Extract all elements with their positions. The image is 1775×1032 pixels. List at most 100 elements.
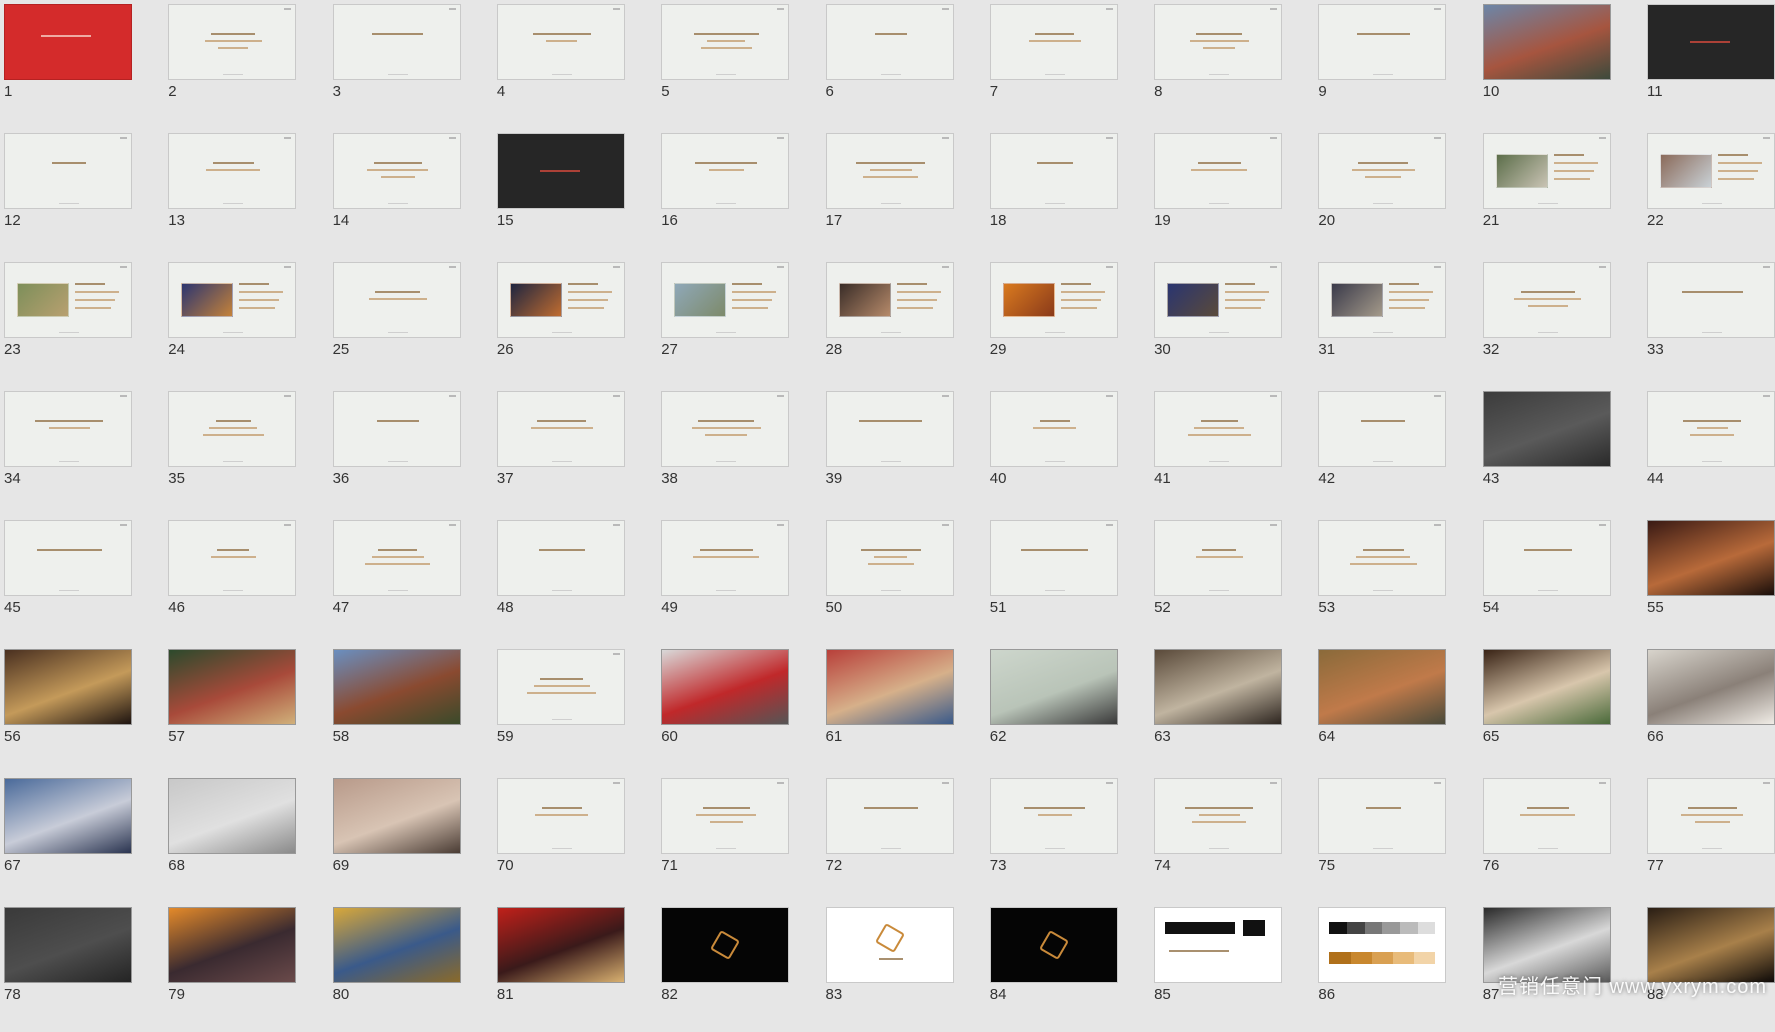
slide-thumbnail-4[interactable]: 4 bbox=[493, 0, 657, 129]
slide-preview[interactable] bbox=[825, 907, 954, 983]
slide-thumbnail-16[interactable]: 16 bbox=[657, 129, 821, 258]
slide-thumbnail-13[interactable]: 13 bbox=[164, 129, 328, 258]
slide-thumbnail-45[interactable]: 45 bbox=[0, 516, 164, 645]
slide-thumbnail-37[interactable]: 37 bbox=[493, 387, 657, 516]
slide-preview[interactable] bbox=[1318, 520, 1447, 596]
slide-thumbnail-5[interactable]: 5 bbox=[657, 0, 821, 129]
slide-preview[interactable] bbox=[825, 262, 954, 338]
slide-thumbnail-6[interactable]: 6 bbox=[822, 0, 986, 129]
slide-preview[interactable] bbox=[1318, 907, 1447, 983]
slide-preview[interactable] bbox=[1482, 778, 1611, 854]
slide-preview[interactable] bbox=[1318, 133, 1447, 209]
slide-thumbnail-38[interactable]: 38 bbox=[657, 387, 821, 516]
slide-thumbnail-23[interactable]: 23 bbox=[0, 258, 164, 387]
slide-thumbnail-33[interactable]: 33 bbox=[1643, 258, 1775, 387]
slide-thumbnail-34[interactable]: 34 bbox=[0, 387, 164, 516]
slide-thumbnail-49[interactable]: 49 bbox=[657, 516, 821, 645]
slide-thumbnail-79[interactable]: 79 bbox=[164, 903, 328, 1032]
slide-preview[interactable] bbox=[1318, 391, 1447, 467]
slide-preview[interactable] bbox=[332, 391, 461, 467]
slide-preview[interactable] bbox=[1154, 391, 1283, 467]
slide-preview[interactable] bbox=[661, 4, 790, 80]
slide-preview[interactable] bbox=[989, 391, 1118, 467]
slide-thumbnail-35[interactable]: 35 bbox=[164, 387, 328, 516]
slide-thumbnail-66[interactable]: 66 bbox=[1643, 645, 1775, 774]
slide-thumbnail-27[interactable]: 27 bbox=[657, 258, 821, 387]
slide-preview[interactable] bbox=[825, 778, 954, 854]
slide-thumbnail-74[interactable]: 74 bbox=[1150, 774, 1314, 903]
slide-preview[interactable] bbox=[1154, 907, 1283, 983]
slide-thumbnail-8[interactable]: 8 bbox=[1150, 0, 1314, 129]
slide-preview[interactable] bbox=[168, 4, 297, 80]
slide-thumbnail-18[interactable]: 18 bbox=[986, 129, 1150, 258]
slide-thumbnail-51[interactable]: 51 bbox=[986, 516, 1150, 645]
slide-preview[interactable] bbox=[989, 778, 1118, 854]
slide-thumbnail-56[interactable]: 56 bbox=[0, 645, 164, 774]
slide-thumbnail-64[interactable]: 64 bbox=[1314, 645, 1478, 774]
slide-thumbnail-21[interactable]: 21 bbox=[1479, 129, 1643, 258]
slide-preview[interactable] bbox=[168, 778, 297, 854]
slide-preview[interactable] bbox=[496, 778, 625, 854]
slide-preview[interactable] bbox=[1154, 4, 1283, 80]
slide-preview[interactable] bbox=[989, 133, 1118, 209]
slide-thumbnail-53[interactable]: 53 bbox=[1314, 516, 1478, 645]
slide-thumbnail-54[interactable]: 54 bbox=[1479, 516, 1643, 645]
slide-thumbnail-71[interactable]: 71 bbox=[657, 774, 821, 903]
slide-thumbnail-52[interactable]: 52 bbox=[1150, 516, 1314, 645]
slide-thumbnail-73[interactable]: 73 bbox=[986, 774, 1150, 903]
slide-thumbnail-41[interactable]: 41 bbox=[1150, 387, 1314, 516]
slide-thumbnail-39[interactable]: 39 bbox=[822, 387, 986, 516]
slide-preview[interactable] bbox=[4, 520, 132, 596]
slide-thumbnail-26[interactable]: 26 bbox=[493, 258, 657, 387]
slide-thumbnail-3[interactable]: 3 bbox=[329, 0, 493, 129]
slide-thumbnail-55[interactable]: 55 bbox=[1643, 516, 1775, 645]
slide-preview[interactable] bbox=[332, 907, 461, 983]
slide-preview[interactable] bbox=[4, 133, 132, 209]
slide-thumbnail-19[interactable]: 19 bbox=[1150, 129, 1314, 258]
slide-preview[interactable] bbox=[496, 907, 625, 983]
slide-thumbnail-77[interactable]: 77 bbox=[1643, 774, 1775, 903]
slide-preview[interactable] bbox=[1647, 649, 1775, 725]
slide-thumbnail-65[interactable]: 65 bbox=[1479, 645, 1643, 774]
slide-thumbnail-40[interactable]: 40 bbox=[986, 387, 1150, 516]
slide-thumbnail-72[interactable]: 72 bbox=[822, 774, 986, 903]
slide-preview[interactable] bbox=[825, 520, 954, 596]
slide-preview[interactable] bbox=[1482, 4, 1611, 80]
slide-preview[interactable] bbox=[4, 778, 132, 854]
slide-preview[interactable] bbox=[1154, 262, 1283, 338]
slide-thumbnail-61[interactable]: 61 bbox=[822, 645, 986, 774]
slide-preview[interactable] bbox=[168, 907, 297, 983]
slide-thumbnail-36[interactable]: 36 bbox=[329, 387, 493, 516]
slide-thumbnail-57[interactable]: 57 bbox=[164, 645, 328, 774]
slide-thumbnail-10[interactable]: 10 bbox=[1479, 0, 1643, 129]
slide-thumbnail-24[interactable]: 24 bbox=[164, 258, 328, 387]
slide-thumbnail-47[interactable]: 47 bbox=[329, 516, 493, 645]
slide-preview[interactable] bbox=[1154, 133, 1283, 209]
slide-preview[interactable] bbox=[1482, 133, 1611, 209]
slide-preview[interactable] bbox=[661, 649, 790, 725]
slide-preview[interactable] bbox=[1482, 262, 1611, 338]
slide-preview[interactable] bbox=[661, 133, 790, 209]
slide-preview[interactable] bbox=[825, 4, 954, 80]
slide-preview[interactable] bbox=[4, 391, 132, 467]
slide-preview[interactable] bbox=[168, 649, 297, 725]
slide-thumbnail-76[interactable]: 76 bbox=[1479, 774, 1643, 903]
slide-thumbnail-22[interactable]: 22 bbox=[1643, 129, 1775, 258]
slide-preview[interactable] bbox=[1647, 391, 1775, 467]
slide-preview[interactable] bbox=[661, 391, 790, 467]
slide-preview[interactable] bbox=[989, 907, 1118, 983]
slide-thumbnail-7[interactable]: 7 bbox=[986, 0, 1150, 129]
slide-preview[interactable] bbox=[989, 4, 1118, 80]
slide-preview[interactable] bbox=[661, 262, 790, 338]
slide-preview[interactable] bbox=[825, 649, 954, 725]
slide-preview[interactable] bbox=[661, 778, 790, 854]
slide-preview[interactable] bbox=[1318, 778, 1447, 854]
slide-preview[interactable] bbox=[661, 520, 790, 596]
slide-thumbnail-84[interactable]: 84 bbox=[986, 903, 1150, 1032]
slide-thumbnail-1[interactable]: 1 bbox=[0, 0, 164, 129]
slide-thumbnail-62[interactable]: 62 bbox=[986, 645, 1150, 774]
slide-preview[interactable] bbox=[332, 4, 461, 80]
slide-thumbnail-29[interactable]: 29 bbox=[986, 258, 1150, 387]
slide-preview[interactable] bbox=[1647, 133, 1775, 209]
slide-thumbnail-17[interactable]: 17 bbox=[822, 129, 986, 258]
